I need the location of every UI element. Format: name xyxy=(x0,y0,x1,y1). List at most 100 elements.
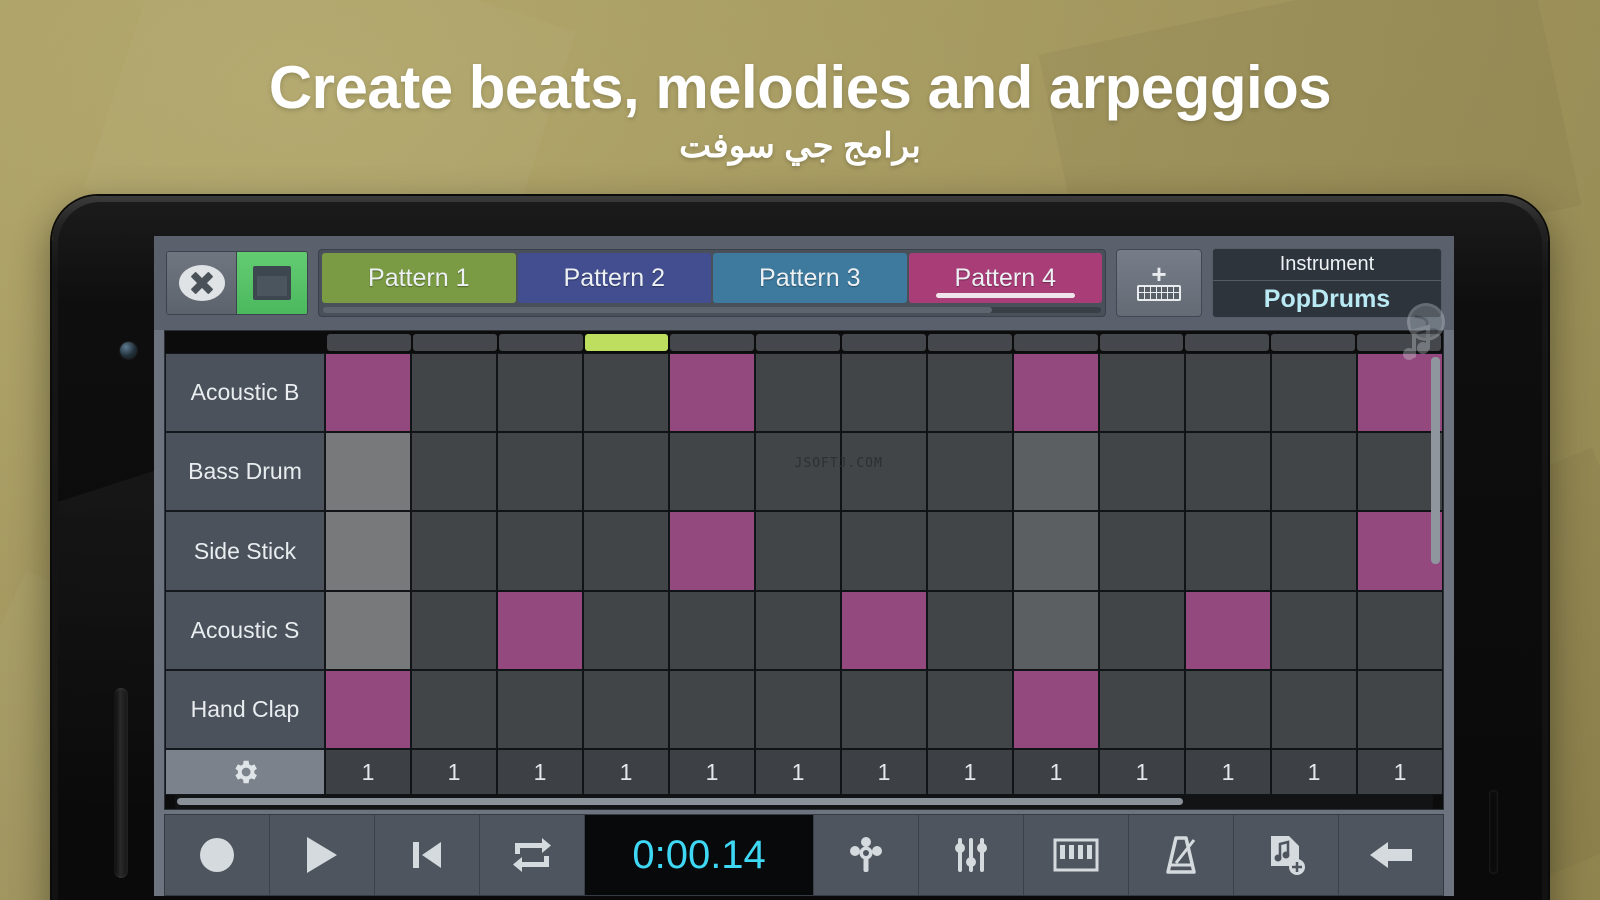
step-cell[interactable] xyxy=(325,511,411,591)
ruler-cell[interactable] xyxy=(1013,334,1098,351)
pattern-tab-4[interactable]: Pattern 4 xyxy=(908,253,1102,303)
step-cell[interactable] xyxy=(1013,669,1099,750)
step-cell[interactable] xyxy=(1271,511,1357,591)
step-cell[interactable] xyxy=(669,590,755,670)
velocity-cell[interactable]: 1 xyxy=(669,749,755,795)
effects-button[interactable] xyxy=(814,815,920,895)
phone-edge-button[interactable] xyxy=(1489,790,1498,874)
ruler-cell[interactable] xyxy=(498,334,583,351)
scrollbar-thumb[interactable] xyxy=(323,307,993,313)
pattern-tab-3[interactable]: Pattern 3 xyxy=(713,253,907,303)
step-cell[interactable] xyxy=(1099,353,1185,433)
step-cell[interactable] xyxy=(669,511,755,591)
step-cell[interactable] xyxy=(583,590,669,670)
add-track-button[interactable] xyxy=(1234,815,1340,895)
step-cell[interactable] xyxy=(927,511,1013,591)
step-cell[interactable] xyxy=(841,432,927,512)
step-cell[interactable] xyxy=(1013,432,1099,512)
ruler-cell[interactable] xyxy=(327,334,411,351)
step-cell[interactable] xyxy=(497,511,583,591)
step-cell[interactable] xyxy=(1185,669,1271,750)
step-cell[interactable] xyxy=(1271,432,1357,512)
sequencer-settings-button[interactable] xyxy=(165,749,325,795)
step-cell[interactable] xyxy=(755,353,841,433)
step-cell[interactable] xyxy=(1185,590,1271,670)
step-cell[interactable] xyxy=(325,432,411,512)
velocity-cell[interactable]: 1 xyxy=(583,749,669,795)
step-cell[interactable] xyxy=(841,669,927,750)
pattern-tab-2[interactable]: Pattern 2 xyxy=(517,253,711,303)
step-cell[interactable] xyxy=(1271,353,1357,433)
step-ruler[interactable] xyxy=(325,331,1443,353)
ruler-cell[interactable] xyxy=(756,334,841,351)
step-cell[interactable] xyxy=(841,590,927,670)
step-cell[interactable] xyxy=(841,511,927,591)
velocity-cell[interactable]: 1 xyxy=(325,749,411,795)
grid-vertical-scrollbar[interactable] xyxy=(1431,357,1440,691)
velocity-cell[interactable]: 1 xyxy=(1271,749,1357,795)
velocity-cell[interactable]: 1 xyxy=(755,749,841,795)
velocity-cell[interactable]: 1 xyxy=(411,749,497,795)
velocity-cell[interactable]: 1 xyxy=(497,749,583,795)
velocity-cell[interactable]: 1 xyxy=(1013,749,1099,795)
step-cell[interactable] xyxy=(1013,590,1099,670)
step-cell[interactable] xyxy=(841,353,927,433)
step-cell[interactable] xyxy=(497,432,583,512)
step-cell[interactable] xyxy=(755,590,841,670)
instrument-selector[interactable]: Instrument PopDrums xyxy=(1212,248,1442,318)
step-cell[interactable] xyxy=(411,511,497,591)
step-cell[interactable] xyxy=(927,669,1013,750)
step-cell[interactable] xyxy=(497,353,583,433)
rewind-button[interactable] xyxy=(375,815,480,895)
step-cell[interactable] xyxy=(497,590,583,670)
step-cell[interactable] xyxy=(583,511,669,591)
step-cell[interactable] xyxy=(1099,590,1185,670)
step-cell[interactable] xyxy=(583,353,669,433)
step-cell[interactable] xyxy=(1013,353,1099,433)
step-cell[interactable] xyxy=(755,669,841,750)
velocity-cell[interactable]: 1 xyxy=(1357,749,1443,795)
ruler-cell[interactable] xyxy=(1099,334,1184,351)
velocity-cell[interactable]: 1 xyxy=(841,749,927,795)
step-cell[interactable] xyxy=(1099,669,1185,750)
play-button[interactable] xyxy=(270,815,375,895)
velocity-cell[interactable]: 1 xyxy=(1185,749,1271,795)
step-cell[interactable] xyxy=(1271,590,1357,670)
pattern-tab-1[interactable]: Pattern 1 xyxy=(322,253,516,303)
step-cell[interactable] xyxy=(1099,511,1185,591)
step-cell[interactable] xyxy=(1185,432,1271,512)
step-cell[interactable] xyxy=(325,590,411,670)
ruler-cell[interactable] xyxy=(670,334,755,351)
scrollbar-thumb[interactable] xyxy=(177,798,1184,805)
phone-side-button-left[interactable] xyxy=(114,688,128,878)
step-cell[interactable] xyxy=(1185,511,1271,591)
track-row-bass-drum[interactable]: Bass Drum xyxy=(165,432,325,512)
step-cell[interactable] xyxy=(325,669,411,750)
mixer-button[interactable] xyxy=(919,815,1025,895)
velocity-cell[interactable]: 1 xyxy=(1099,749,1185,795)
step-cell[interactable] xyxy=(583,669,669,750)
step-cell[interactable] xyxy=(927,353,1013,433)
step-cell[interactable] xyxy=(1271,669,1357,750)
step-cell[interactable] xyxy=(411,353,497,433)
step-cell[interactable] xyxy=(669,353,755,433)
ruler-cell[interactable] xyxy=(927,334,1012,351)
track-row-acoustic-s[interactable]: Acoustic S xyxy=(165,590,325,670)
step-cell[interactable] xyxy=(927,432,1013,512)
keyboard-button[interactable] xyxy=(1024,815,1130,895)
pattern-view-button[interactable] xyxy=(237,252,307,314)
step-cell[interactable] xyxy=(411,669,497,750)
velocity-cell[interactable]: 1 xyxy=(927,749,1013,795)
playhead-marker[interactable] xyxy=(584,334,669,351)
ruler-cell[interactable] xyxy=(412,334,497,351)
pattern-strip-scrollbar[interactable] xyxy=(323,307,1101,313)
ruler-cell[interactable] xyxy=(1185,334,1270,351)
step-cell[interactable] xyxy=(497,669,583,750)
step-cell[interactable] xyxy=(411,432,497,512)
step-cell[interactable] xyxy=(669,669,755,750)
step-cell[interactable] xyxy=(669,432,755,512)
time-display[interactable]: 0:00.14 xyxy=(584,815,815,895)
loop-button[interactable] xyxy=(480,815,585,895)
metronome-button[interactable] xyxy=(1129,815,1235,895)
track-row-acoustic-b[interactable]: Acoustic B xyxy=(165,353,325,433)
